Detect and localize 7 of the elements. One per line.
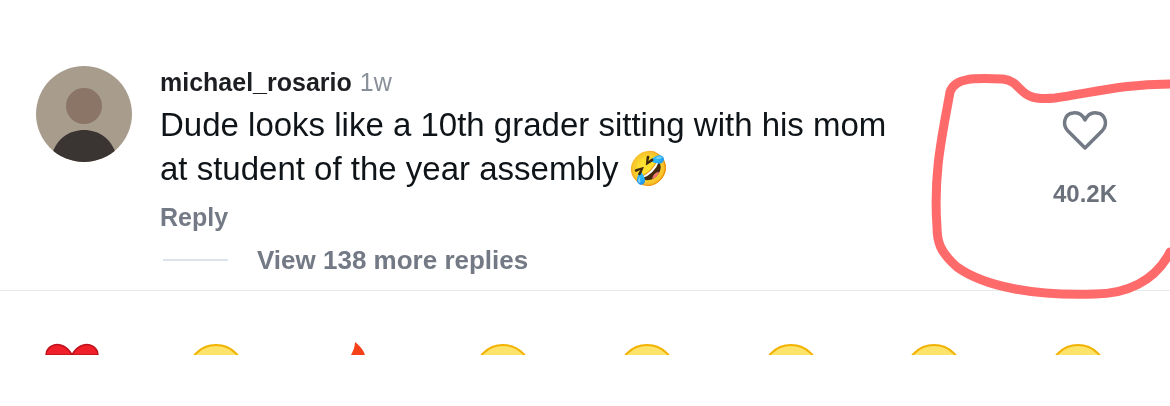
comment-text: Dude looks like a 10th grader sitting with his mom at student of the year assembly 🤣 <box>160 105 888 189</box>
username[interactable]: michael_rosario <box>160 68 352 97</box>
view-replies-link[interactable]: View 138 more replies <box>257 244 529 276</box>
like-count: 40.2K <box>1052 180 1117 208</box>
comment-time: 1w <box>359 68 392 97</box>
reply-button[interactable]: Reply <box>160 203 229 232</box>
like-heart-icon[interactable] <box>1061 108 1109 152</box>
